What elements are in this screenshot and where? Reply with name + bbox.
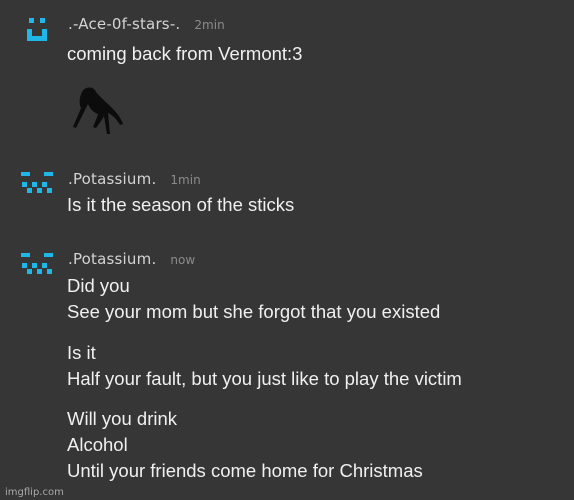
timestamp: 2min (194, 18, 225, 32)
message-text: Half your fault, but you just like to pl… (67, 368, 462, 389)
message-text: coming back from Vermont:3 (67, 43, 303, 64)
username[interactable]: .Potassium. (68, 250, 156, 268)
message-header: .Potassium. now (68, 250, 195, 268)
username[interactable]: .Potassium. (68, 170, 156, 188)
message-text: See your mom but she forgot that you exi… (67, 301, 441, 322)
user-avatar-frown-icon[interactable] (20, 170, 54, 200)
message-text: Until your friends come home for Christm… (67, 460, 423, 481)
message-text: Alcohol (67, 434, 128, 455)
user-avatar-frown-icon[interactable] (20, 251, 54, 281)
timestamp: 1min (170, 173, 201, 187)
message-text: Will you drink (67, 408, 177, 429)
message-text: Is it (67, 342, 96, 363)
timestamp: now (170, 253, 196, 267)
shadow-creature-sticker-icon[interactable] (68, 82, 124, 136)
message-header: .-Ace-0f-stars-. 2min (68, 15, 225, 33)
imgflip-watermark: imgflip.com (5, 487, 64, 498)
user-avatar-smile-icon[interactable] (20, 14, 54, 44)
message-text: Did you (67, 275, 130, 296)
message-header: .Potassium. 1min (68, 170, 201, 188)
username[interactable]: .-Ace-0f-stars-. (68, 15, 180, 33)
message-text: Is it the season of the sticks (67, 194, 295, 215)
